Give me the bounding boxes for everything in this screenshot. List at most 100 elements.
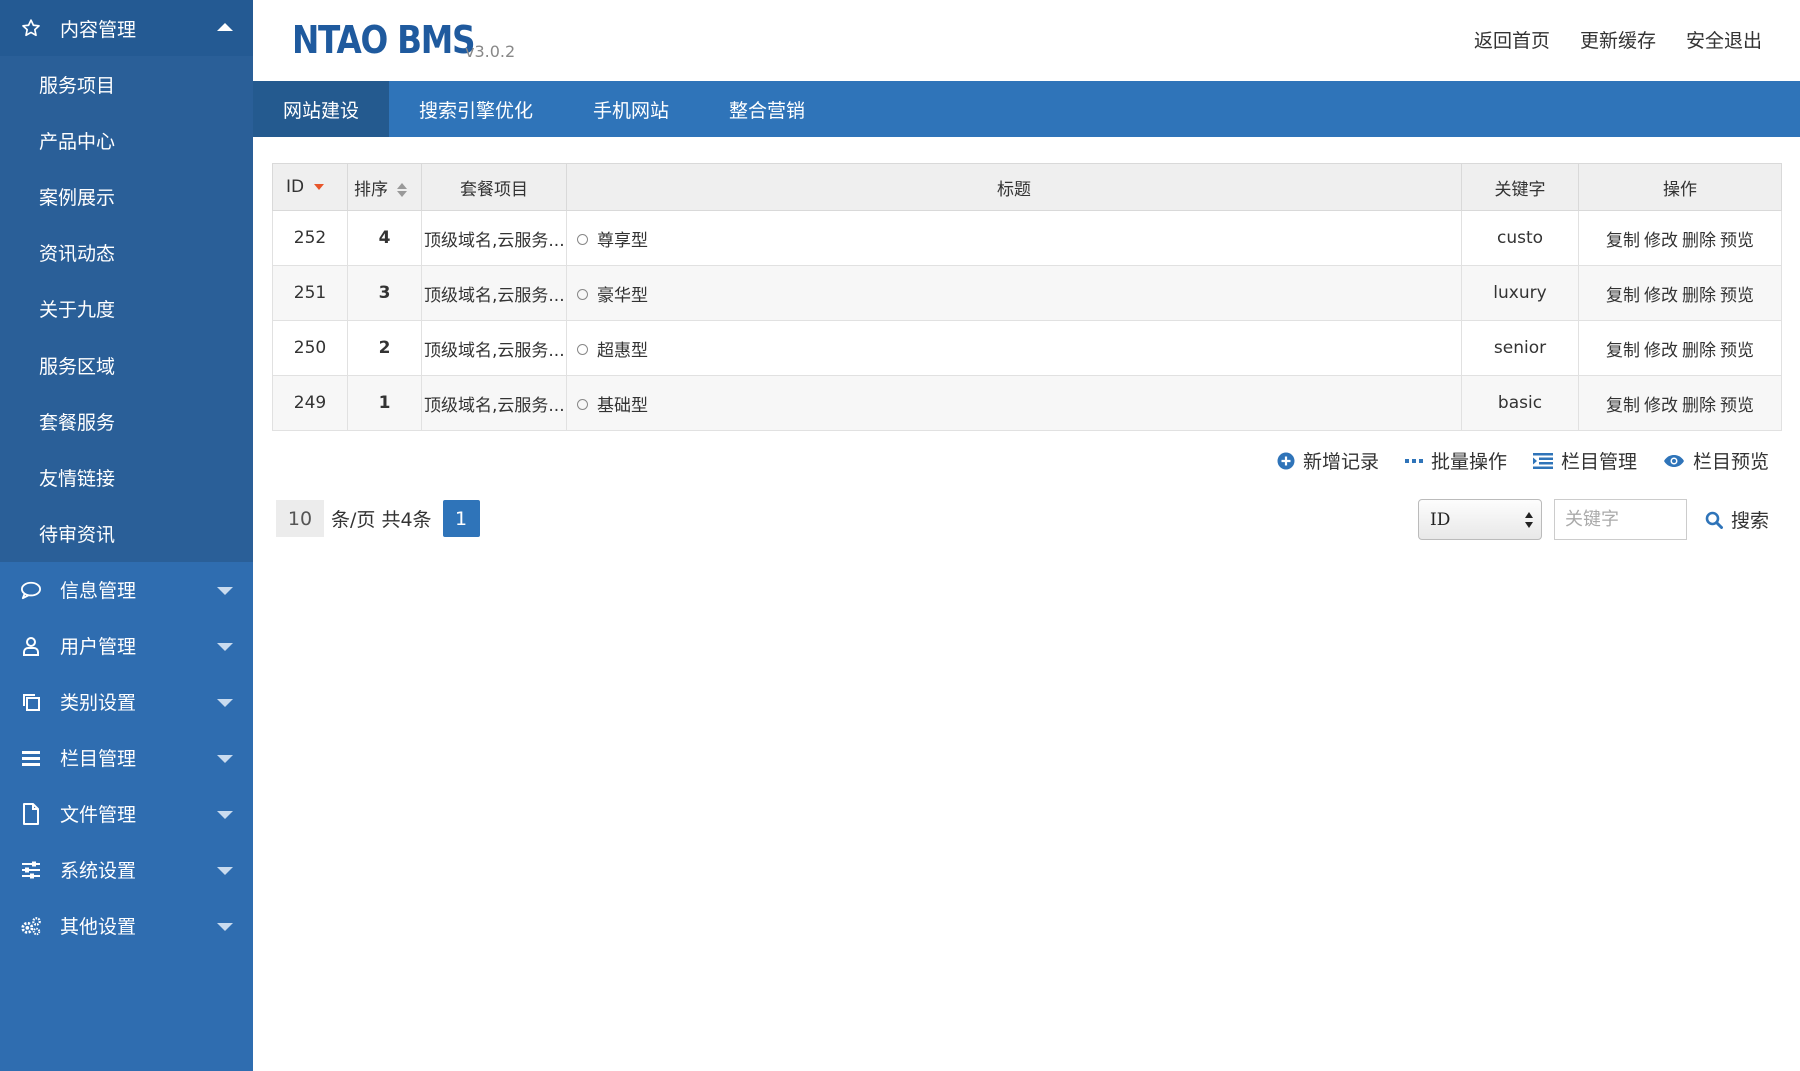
- column-management-button[interactable]: 栏目管理: [1532, 447, 1637, 474]
- sidebar-item-pending-news[interactable]: 待审资讯: [0, 506, 253, 562]
- top-header: NTAO BMS v3.0.2 返回首页 更新缓存 安全退出: [253, 0, 1800, 81]
- cell-operations: 复制 修改 删除 预览: [1578, 375, 1782, 431]
- cell-id: 249: [272, 375, 348, 431]
- pager-summary: 条/页 共4条: [331, 509, 432, 531]
- tab-seo[interactable]: 搜索引擎优化: [389, 81, 563, 137]
- menu-label: 信息管理: [60, 580, 137, 603]
- tab-website-building[interactable]: 网站建设: [253, 81, 390, 137]
- sidebar-item-about[interactable]: 关于九度: [0, 281, 253, 337]
- delete-link[interactable]: 删除: [1682, 231, 1716, 251]
- col-title: 标题: [566, 163, 1462, 211]
- home-link[interactable]: 返回首页: [1474, 26, 1550, 53]
- cell-package: 顶级域名,云服务...: [421, 320, 567, 376]
- menu-column-management[interactable]: 栏目管理: [0, 730, 253, 786]
- submenu-content: 服务项目 产品中心 案例展示 资讯动态 关于九度 服务区域 套餐服务 友情链接 …: [0, 56, 253, 562]
- version-label: v3.0.2: [465, 42, 516, 61]
- sidebar: 内容管理 服务项目 产品中心 案例展示 资讯动态 关于九度 服务区域 套餐服务 …: [0, 0, 253, 1071]
- cell-sort: 1: [347, 375, 422, 431]
- menu-content-management[interactable]: 内容管理: [0, 0, 253, 56]
- cell-sort: 3: [347, 265, 422, 321]
- menu-info-management[interactable]: 信息管理: [0, 562, 253, 618]
- title-link[interactable]: 基础型: [597, 396, 648, 416]
- chevron-down-icon: [217, 642, 233, 651]
- sidebar-item-cases[interactable]: 案例展示: [0, 168, 253, 224]
- sidebar-item-services[interactable]: 服务项目: [0, 56, 253, 112]
- cell-operations: 复制 修改 删除 预览: [1578, 210, 1782, 266]
- title-link[interactable]: 豪华型: [597, 286, 648, 306]
- logout-link[interactable]: 安全退出: [1686, 26, 1762, 53]
- copy-link[interactable]: 复制: [1606, 341, 1640, 361]
- preview-link[interactable]: 预览: [1720, 231, 1754, 251]
- batch-operation-button[interactable]: 批量操作: [1404, 447, 1507, 474]
- refresh-cache-link[interactable]: 更新缓存: [1580, 26, 1656, 53]
- cell-keyword: luxury: [1461, 265, 1579, 321]
- table-row: 252 4 顶级域名,云服务... 尊享型 custo 复制 修改 删除 预览: [272, 210, 1782, 266]
- table-row: 250 2 顶级域名,云服务... 超惠型 senior 复制 修改 删除 预览: [272, 320, 1782, 376]
- action-bar: 新增记录 批量操作 栏目管理 栏目预览: [1277, 447, 1769, 474]
- cell-package: 顶级域名,云服务...: [421, 210, 567, 266]
- menu-label: 用户管理: [60, 636, 137, 659]
- cell-sort: 4: [347, 210, 422, 266]
- page-1-button[interactable]: 1: [442, 500, 480, 537]
- title-link[interactable]: 尊享型: [597, 231, 648, 251]
- circle-icon: [577, 344, 588, 355]
- app-logo: NTAO BMS: [292, 18, 476, 62]
- column-management-label: 栏目管理: [1560, 451, 1637, 473]
- delete-link[interactable]: 删除: [1682, 396, 1716, 416]
- preview-link[interactable]: 预览: [1720, 396, 1754, 416]
- tab-integrated-marketing[interactable]: 整合营销: [699, 81, 835, 137]
- menu-label: 栏目管理: [60, 748, 137, 771]
- sidebar-item-service-area[interactable]: 服务区域: [0, 337, 253, 393]
- menu-other-settings[interactable]: 其他设置: [0, 898, 253, 954]
- chevron-down-icon: [217, 810, 233, 819]
- delete-link[interactable]: 删除: [1682, 341, 1716, 361]
- cell-keyword: senior: [1461, 320, 1579, 376]
- tab-mobile-site[interactable]: 手机网站: [563, 81, 699, 137]
- col-sort[interactable]: 排序: [347, 163, 422, 211]
- menu-user-management[interactable]: 用户管理: [0, 618, 253, 674]
- column-preview-button[interactable]: 栏目预览: [1663, 447, 1769, 474]
- title-link[interactable]: 超惠型: [597, 341, 648, 361]
- cell-package: 顶级域名,云服务...: [421, 265, 567, 321]
- cell-keyword: basic: [1461, 375, 1579, 431]
- add-record-button[interactable]: 新增记录: [1277, 447, 1379, 474]
- sidebar-item-links[interactable]: 友情链接: [0, 449, 253, 505]
- preview-link[interactable]: 预览: [1720, 341, 1754, 361]
- ellipsis-icon: [1404, 458, 1423, 463]
- copy-link[interactable]: 复制: [1606, 396, 1640, 416]
- edit-link[interactable]: 修改: [1644, 286, 1678, 306]
- search-field-value: ID: [1429, 509, 1451, 530]
- edit-link[interactable]: 修改: [1644, 396, 1678, 416]
- sidebar-item-products[interactable]: 产品中心: [0, 112, 253, 168]
- preview-link[interactable]: 预览: [1720, 286, 1754, 306]
- sidebar-item-packages[interactable]: 套餐服务: [0, 393, 253, 449]
- select-arrows-icon: [1524, 512, 1533, 528]
- cell-operations: 复制 修改 删除 预览: [1578, 265, 1782, 321]
- copy-icon: [20, 691, 42, 713]
- eye-icon: [1663, 454, 1684, 467]
- menu-file-management[interactable]: 文件管理: [0, 786, 253, 842]
- col-keyword: 关键字: [1461, 163, 1579, 211]
- edit-link[interactable]: 修改: [1644, 231, 1678, 251]
- menu-category-settings[interactable]: 类别设置: [0, 674, 253, 730]
- copy-link[interactable]: 复制: [1606, 286, 1640, 306]
- pagination: 10 条/页 共4条 1: [276, 500, 480, 537]
- top-links: 返回首页 更新缓存 安全退出: [1474, 26, 1762, 53]
- page-size-select[interactable]: 10: [276, 500, 324, 537]
- table-row: 249 1 顶级域名,云服务... 基础型 basic 复制 修改 删除 预览: [272, 375, 1782, 431]
- menu-label: 系统设置: [60, 860, 137, 883]
- cell-sort: 2: [347, 320, 422, 376]
- search-field-select[interactable]: ID: [1417, 499, 1542, 540]
- list-indent-icon: [1532, 452, 1553, 469]
- keyword-input[interactable]: [1553, 499, 1687, 540]
- search-button[interactable]: 搜索: [1705, 506, 1769, 533]
- sidebar-item-news[interactable]: 资讯动态: [0, 225, 253, 281]
- menu-system-settings[interactable]: 系统设置: [0, 842, 253, 898]
- sort-desc-icon: [313, 184, 324, 190]
- tab-bar: 网站建设 搜索引擎优化 手机网站 整合营销: [253, 81, 1800, 137]
- edit-link[interactable]: 修改: [1644, 341, 1678, 361]
- delete-link[interactable]: 删除: [1682, 286, 1716, 306]
- copy-link[interactable]: 复制: [1606, 231, 1640, 251]
- cell-id: 251: [272, 265, 348, 321]
- col-id[interactable]: ID: [272, 163, 348, 211]
